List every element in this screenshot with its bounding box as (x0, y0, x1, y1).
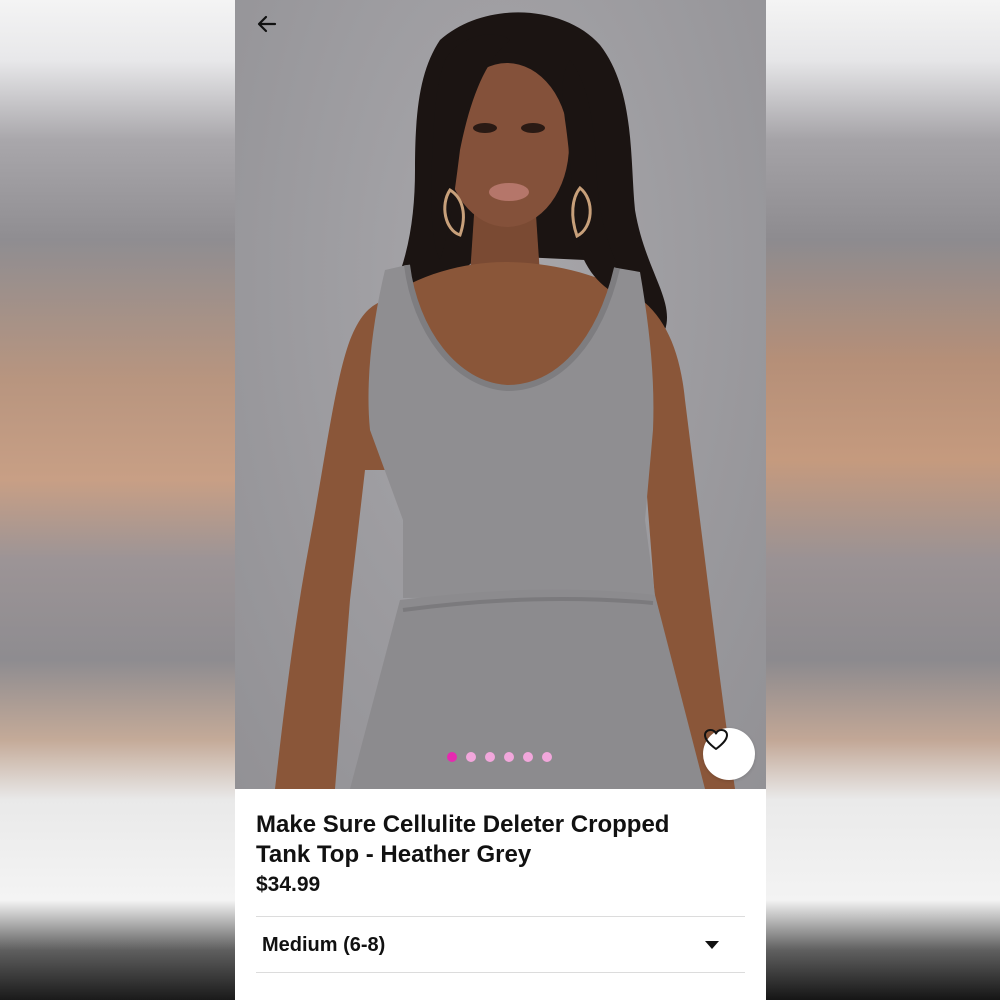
divider-bottom (256, 972, 745, 973)
product-title-line-2: Tank Top - Heather Grey (256, 841, 532, 868)
product-image[interactable] (235, 0, 766, 789)
product-title: Make Sure Cellulite Deleter Cropped Tank… (256, 810, 746, 870)
back-button[interactable] (255, 12, 287, 44)
size-dropdown[interactable]: Medium (6-8) (256, 918, 745, 972)
pagination-dot-1[interactable] (447, 752, 457, 762)
model-photo (275, 12, 735, 789)
pagination-dot-6[interactable] (542, 752, 552, 762)
size-selected-value: Medium (6-8) (262, 933, 386, 956)
chevron-down-icon (705, 941, 719, 949)
pagination-dot-2[interactable] (466, 752, 476, 762)
heart-icon (704, 729, 728, 750)
product-screen: Make Sure Cellulite Deleter Cropped Tank… (235, 0, 766, 1000)
pagination-dot-4[interactable] (504, 752, 514, 762)
image-pagination (447, 752, 552, 762)
favorite-button[interactable] (703, 728, 755, 780)
pagination-dot-5[interactable] (523, 752, 533, 762)
product-info: Make Sure Cellulite Deleter Cropped Tank… (256, 810, 746, 898)
product-price: $34.99 (256, 873, 321, 896)
product-title-line-1: Make Sure Cellulite Deleter Cropped (256, 811, 670, 838)
divider-top (256, 916, 745, 917)
back-arrow-icon (257, 15, 277, 33)
pagination-dot-3[interactable] (485, 752, 495, 762)
blurred-backdrop-right (766, 0, 1000, 1000)
